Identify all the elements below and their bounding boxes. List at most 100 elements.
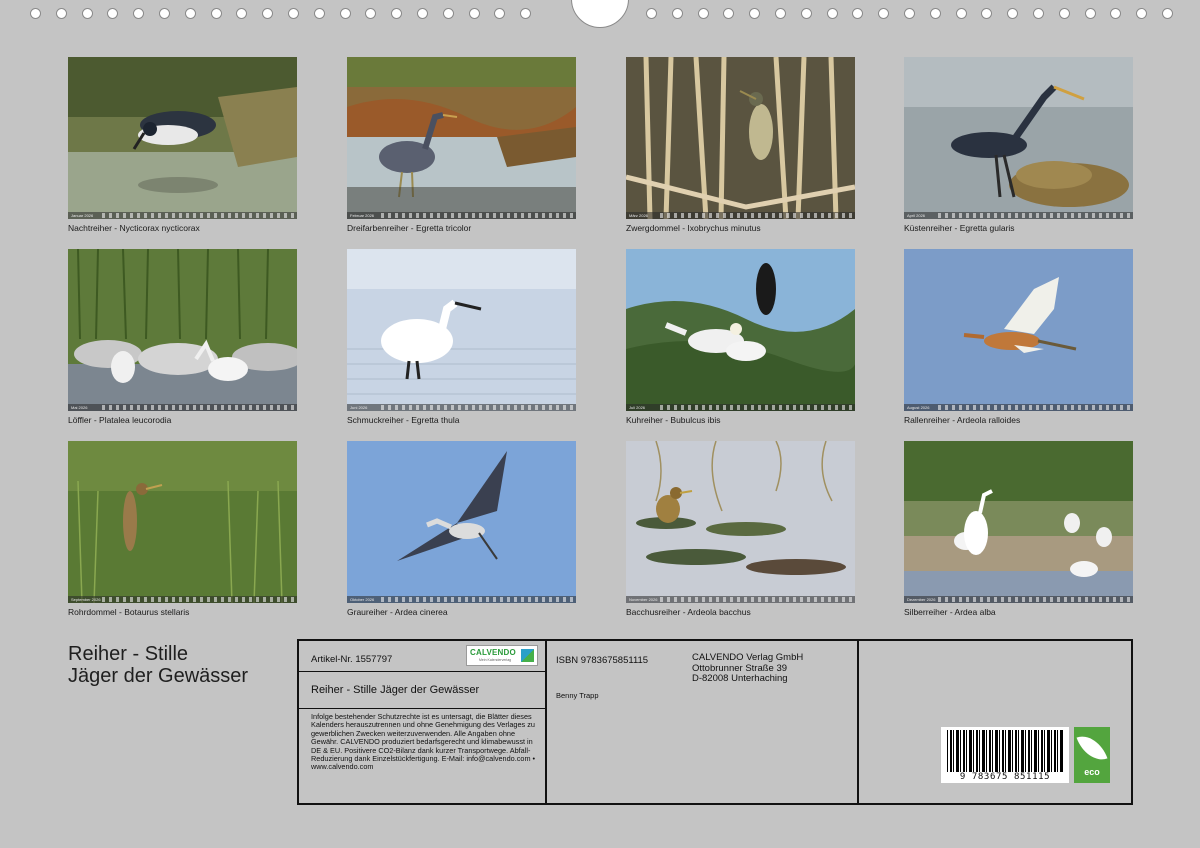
photo-little-bittern: März 2026 (626, 57, 855, 219)
title-line-2: Jäger der Gewässer (68, 665, 249, 687)
month-strip: September 2026 (68, 596, 297, 603)
binding-hole (1162, 8, 1173, 19)
binding-hole (1110, 8, 1121, 19)
binding-hole (288, 8, 299, 19)
month-strip: Januar 2026 (68, 212, 297, 219)
binding-hole (801, 8, 812, 19)
photo-bittern: September 2026 (68, 441, 297, 603)
binding-hole (133, 8, 144, 19)
month-strip: März 2026 (626, 212, 855, 219)
binding-hole (82, 8, 93, 19)
photo-caption: Kuhreiher - Bubulcus ibis (626, 415, 721, 425)
barcode: 9 783675 851115 (941, 727, 1069, 783)
binding-hole (262, 8, 273, 19)
binding-hole (672, 8, 683, 19)
photo-tile-december: Dezember 2026 Silberreiher - Ardea alba (904, 441, 1133, 617)
binding-hole (852, 8, 863, 19)
photo-caption: Rohrdommel - Botaurus stellaris (68, 607, 190, 617)
photo-tile-august: August 2026 Rallenreiher - Ardeola rallo… (904, 249, 1133, 425)
photo-grey-heron: Oktober 2026 (347, 441, 576, 603)
binding-hole (417, 8, 428, 19)
binding-hole (185, 8, 196, 19)
binding-hole (827, 8, 838, 19)
product-title: Reiher - Stille Jäger der Gewässer (311, 684, 480, 696)
publisher-name: CALVENDO Verlag GmbH (692, 652, 804, 663)
isbn: ISBN 9783675851115 (556, 655, 649, 666)
binding-hole (365, 8, 376, 19)
binding-hole (904, 8, 915, 19)
month-strip: Juni 2026 (347, 404, 576, 411)
photo-tricolored-heron: Februar 2026 (347, 57, 576, 219)
binding-hole (159, 8, 170, 19)
photo-tile-april: April 2026 Küstenreiher - Egretta gulari… (904, 57, 1133, 233)
photo-caption: Graureiher - Ardea cinerea (347, 607, 448, 617)
binding-hole (391, 8, 402, 19)
photo-tile-september: September 2026 Rohrdommel - Botaurus ste… (68, 441, 297, 617)
binding-hole (443, 8, 454, 19)
photo-tile-june: Juni 2026 Schmuckreiher - Egretta thula (347, 249, 576, 425)
photo-spoonbill: Mai 2026 (68, 249, 297, 411)
binding-hole (56, 8, 67, 19)
binding-hole (107, 8, 118, 19)
photo-tile-july: Juli 2026 Kuhreiher - Bubulcus ibis (626, 249, 855, 425)
info-column-left: Artikel-Nr. 1557797 CALVENDO Mein Kalend… (299, 641, 547, 803)
binding-hole (723, 8, 734, 19)
spiral-binding (0, 0, 1200, 30)
binding-hole (749, 8, 760, 19)
eco-leaf-icon: eco (1074, 727, 1110, 783)
photo-caption: Dreifarbenreiher - Egretta tricolor (347, 223, 472, 233)
binding-hole (520, 8, 531, 19)
publisher-city: D-82008 Unterhaching (692, 673, 788, 684)
photo-tile-november: November 2026 Bacchusreiher - Ardeola ba… (626, 441, 855, 617)
photo-caption: Zwergdommel - Ixobrychus minutus (626, 223, 761, 233)
barcode-number: 9 783675 851115 (959, 772, 1051, 782)
photo-tile-february: Februar 2026 Dreifarbenreiher - Egretta … (347, 57, 576, 233)
binding-hole (314, 8, 325, 19)
photo-caption: Nachtreiher - Nycticorax nycticorax (68, 223, 200, 233)
binding-hole (1033, 8, 1044, 19)
legal-notice: Infolge bestehender Schutzrechte ist es … (311, 712, 536, 772)
calendar-title: Reiher - Stille Jäger der Gewässer (68, 643, 288, 687)
binding-hole (340, 8, 351, 19)
month-strip: November 2026 (626, 596, 855, 603)
month-strip: August 2026 (904, 404, 1133, 411)
binding-hole (646, 8, 657, 19)
publisher-address: CALVENDO Verlag GmbH Ottobrunner Straße … (692, 652, 804, 685)
binding-hole (30, 8, 41, 19)
calvendo-logo: CALVENDO Mein Kalenderverlag (466, 645, 538, 666)
binding-hole (1007, 8, 1018, 19)
binding-hole (1059, 8, 1070, 19)
binding-hole (469, 8, 480, 19)
photo-snowy-egret: Juni 2026 (347, 249, 576, 411)
info-column-middle: ISBN 9783675851115 Benny Trapp CALVENDO … (547, 641, 859, 803)
photo-great-egret: Dezember 2026 (904, 441, 1133, 603)
photo-caption: Silberreiher - Ardea alba (904, 607, 996, 617)
photo-cattle-egret: Juli 2026 (626, 249, 855, 411)
photo-caption: Löffler - Platalea leucorodia (68, 415, 172, 425)
photo-western-reef-heron: April 2026 (904, 57, 1133, 219)
photo-tile-march: März 2026 Zwergdommel - Ixobrychus minut… (626, 57, 855, 233)
title-line-1: Reiher - Stille (68, 643, 189, 665)
binding-hole (211, 8, 222, 19)
photo-chinese-pond-heron: November 2026 (626, 441, 855, 603)
product-title-row: Reiher - Stille Jäger der Gewässer (299, 672, 545, 709)
binding-hole (775, 8, 786, 19)
photo-caption: Schmuckreiher - Egretta thula (347, 415, 460, 425)
month-strip: Dezember 2026 (904, 596, 1133, 603)
photo-caption: Rallenreiher - Ardeola ralloides (904, 415, 1021, 425)
binding-hole (956, 8, 967, 19)
month-strip: April 2026 (904, 212, 1133, 219)
binding-hole (981, 8, 992, 19)
binding-hole (494, 8, 505, 19)
hanger-cutout (571, 0, 629, 28)
product-info-box: Artikel-Nr. 1557797 CALVENDO Mein Kalend… (297, 639, 1133, 805)
photo-night-heron: Januar 2026 (68, 57, 297, 219)
photo-caption: Bacchusreiher - Ardeola bacchus (626, 607, 751, 617)
article-row: Artikel-Nr. 1557797 CALVENDO Mein Kalend… (299, 641, 545, 672)
binding-hole (236, 8, 247, 19)
author: Benny Trapp (556, 691, 599, 700)
binding-hole (1136, 8, 1147, 19)
binding-hole (930, 8, 941, 19)
binding-hole (1085, 8, 1096, 19)
info-column-right: 9 783675 851115 eco (859, 641, 1131, 803)
